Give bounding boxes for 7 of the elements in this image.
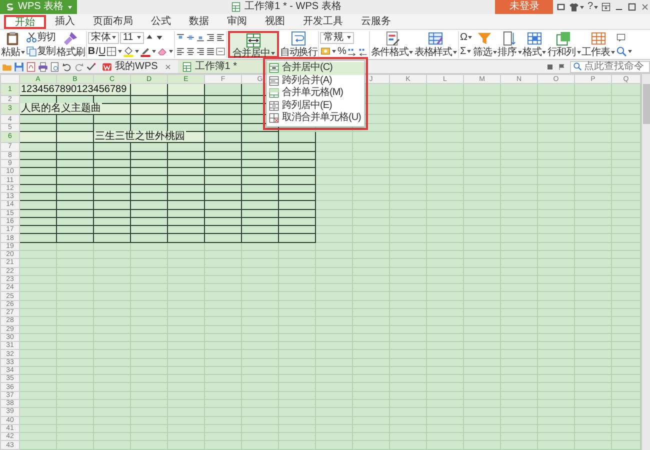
cell-text: 三生三世之世外桃园 [94,131,186,142]
font-name-value: 宋体 [90,32,111,44]
font-size-value: 11 [122,32,134,44]
window-title: 工作簿1 * - WPS 表格 [244,1,342,13]
cell-text: 1234567890123456789 [20,84,128,94]
number-format-value: 常规 [323,32,344,44]
cell-text: 人民的名义主题曲 [20,103,102,114]
